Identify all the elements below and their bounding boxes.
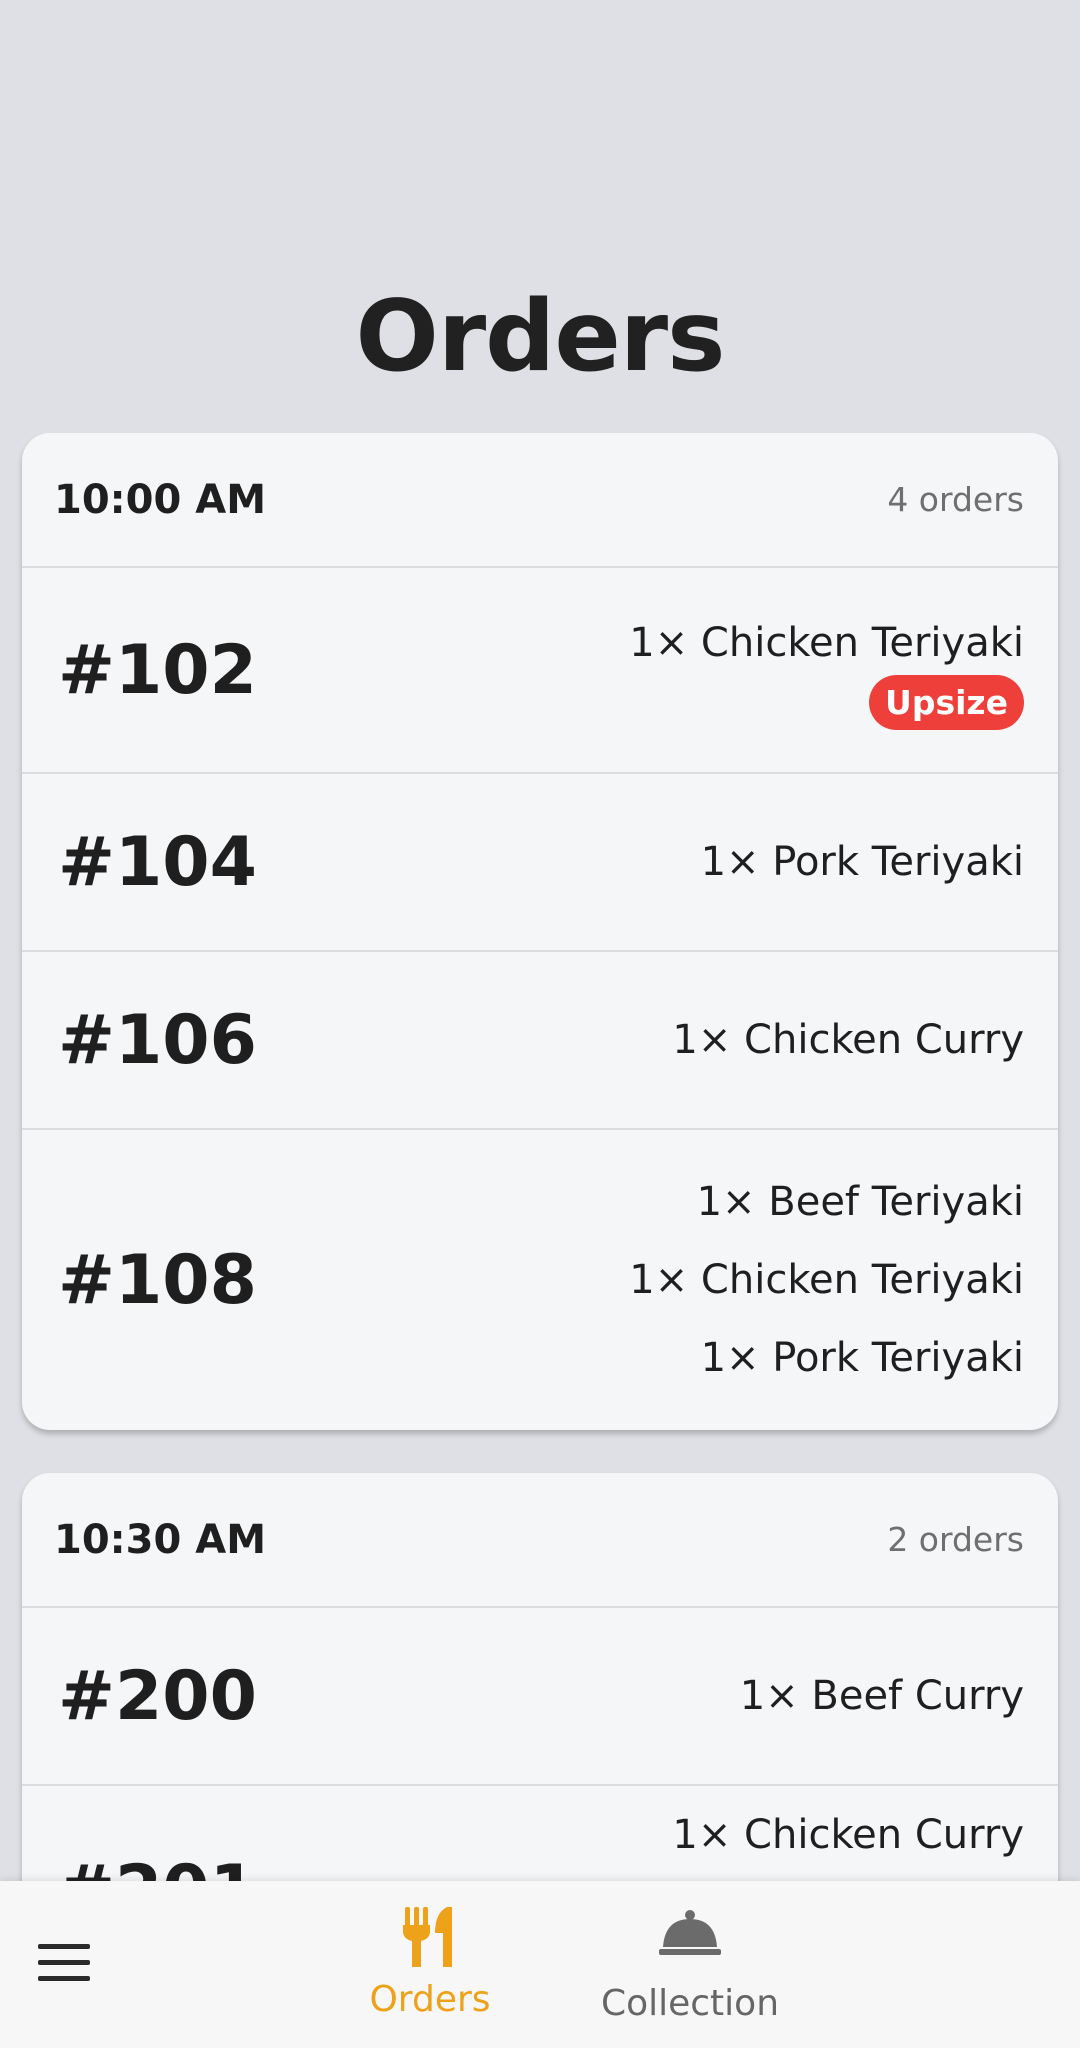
tab-collection-label: Collection xyxy=(600,1983,780,2024)
order-item: 1× Beef Teriyaki xyxy=(696,1179,1024,1225)
order-group-card: 10:30 AM 2 orders #200 1× Beef Curry #20… xyxy=(22,1473,1058,1881)
order-number: #106 xyxy=(58,1000,257,1080)
order-items: 1× Beef Curry xyxy=(740,1657,1024,1735)
order-number: #200 xyxy=(58,1656,257,1736)
order-number: #108 xyxy=(58,1240,257,1320)
order-number: #104 xyxy=(58,822,257,902)
order-items: 1× Chicken Curry xyxy=(672,1796,1024,1874)
order-row[interactable]: #108 1× Beef Teriyaki 1× Chicken Teriyak… xyxy=(22,1130,1058,1430)
order-items: 1× Chicken Teriyaki Upsize xyxy=(629,611,1024,730)
order-item: 1× Pork Teriyaki xyxy=(700,1335,1024,1381)
order-row[interactable]: #104 1× Pork Teriyaki xyxy=(22,774,1058,952)
order-row[interactable]: #102 1× Chicken Teriyaki Upsize xyxy=(22,568,1058,774)
order-items: 1× Pork Teriyaki xyxy=(701,823,1024,901)
group-time: 10:30 AM xyxy=(54,1516,267,1563)
order-row[interactable]: #201 1× Chicken Curry xyxy=(22,1786,1058,1881)
group-time: 10:00 AM xyxy=(54,476,267,523)
orders-list[interactable]: 10:00 AM 4 orders #102 1× Chicken Teriya… xyxy=(0,433,1080,1881)
order-item: 1× Chicken Teriyaki xyxy=(629,1257,1024,1303)
order-item: 1× Chicken Curry xyxy=(672,1812,1024,1858)
group-order-count: 4 orders xyxy=(887,480,1024,519)
order-number: #201 xyxy=(58,1851,257,1881)
bottom-navigation: Orders Collection xyxy=(0,1881,1080,2048)
tab-orders[interactable]: Orders xyxy=(330,1901,530,2041)
order-item: 1× Beef Curry xyxy=(739,1673,1024,1719)
fork-knife-icon xyxy=(403,1907,452,1967)
order-items: 1× Chicken Curry xyxy=(672,1001,1024,1079)
tab-collection[interactable]: Collection xyxy=(590,1901,790,2041)
order-row[interactable]: #106 1× Chicken Curry xyxy=(22,952,1058,1130)
group-order-count: 2 orders xyxy=(887,1520,1024,1559)
page-title: Orders xyxy=(355,280,726,394)
order-row[interactable]: #200 1× Beef Curry xyxy=(22,1608,1058,1786)
hamburger-menu-icon[interactable] xyxy=(38,1944,92,1984)
order-number: #102 xyxy=(58,630,257,710)
order-item: 1× Chicken Teriyaki xyxy=(629,619,1024,666)
order-item: 1× Pork Teriyaki xyxy=(700,839,1024,885)
group-header: 10:00 AM 4 orders xyxy=(22,433,1058,568)
order-items: 1× Beef Teriyaki 1× Chicken Teriyaki 1× … xyxy=(629,1163,1024,1397)
upsize-badge: Upsize xyxy=(869,674,1024,730)
order-group-card: 10:00 AM 4 orders #102 1× Chicken Teriya… xyxy=(22,433,1058,1430)
tab-orders-label: Orders xyxy=(369,1979,491,2020)
orders-screen: Orders 10:00 AM 4 orders #102 1× Chicken… xyxy=(0,0,1080,2048)
group-header: 10:30 AM 2 orders xyxy=(22,1473,1058,1608)
food-cloche-icon xyxy=(659,1910,721,1955)
order-item: 1× Chicken Curry xyxy=(672,1017,1024,1063)
